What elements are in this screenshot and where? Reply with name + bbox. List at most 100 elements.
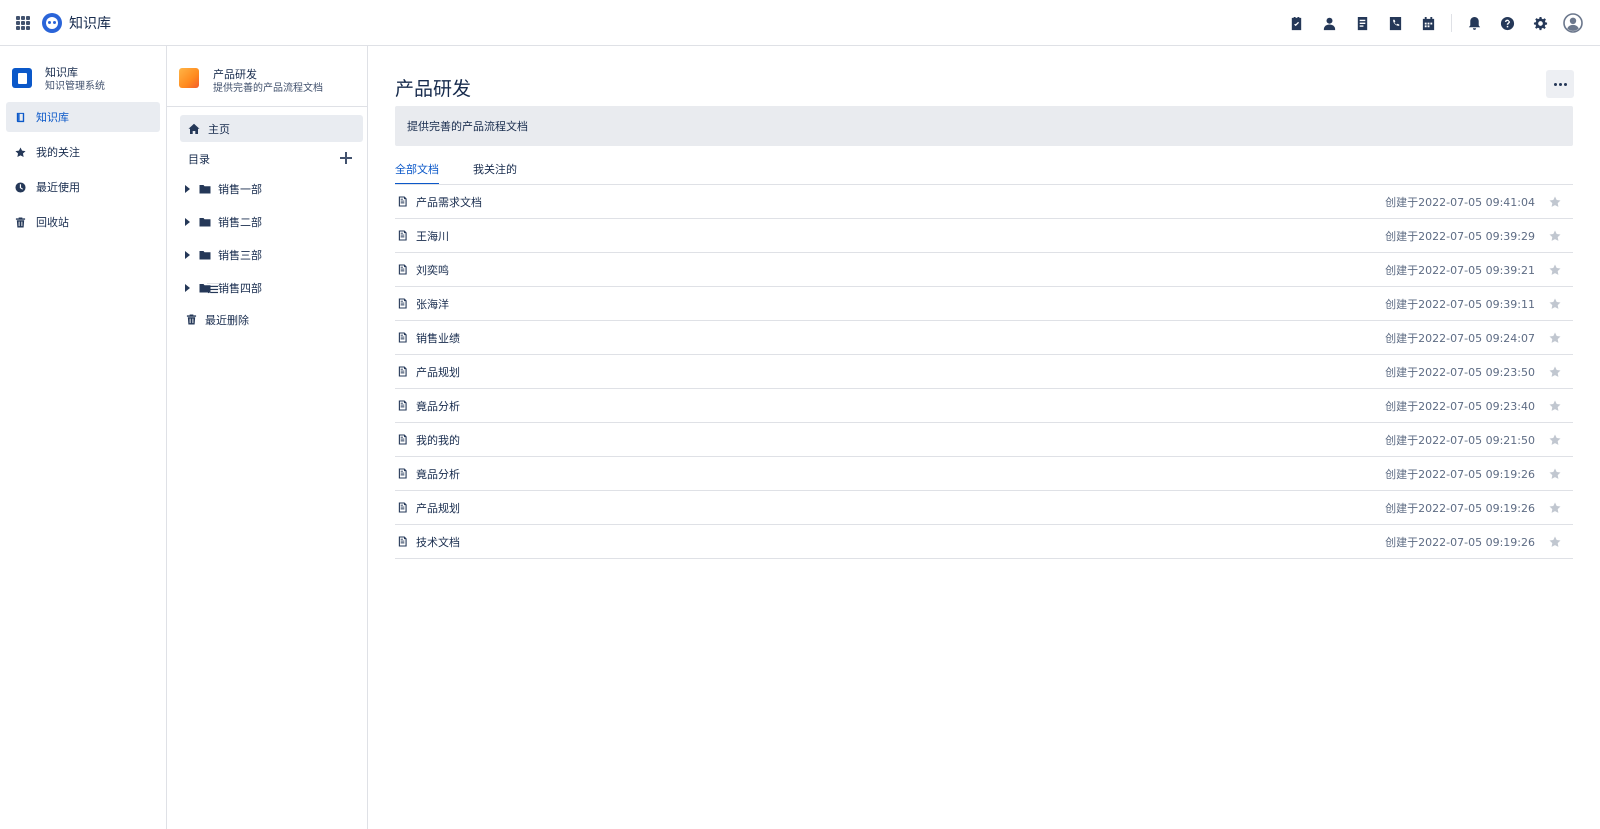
tree-item-toc[interactable]: 目录 bbox=[180, 145, 363, 294]
document-created-time: 创建于2022-07-05 09:19:26 bbox=[1385, 501, 1535, 515]
tab-followed[interactable]: 我关注的 bbox=[473, 160, 517, 185]
tree-item-home[interactable]: 主页 bbox=[180, 115, 363, 142]
tree-item-label: 最近删除 bbox=[205, 313, 249, 327]
document-row[interactable]: 刘奕鸣 创建于2022-07-05 09:39:21 bbox=[395, 253, 1573, 287]
document-created-time: 创建于2022-07-05 09:39:29 bbox=[1385, 229, 1535, 243]
main-content: 产品研发 提供完善的产品流程文档 全部文档 我关注的 产品需求文档 创建于2022… bbox=[368, 46, 1600, 829]
document-row[interactable]: 销售业绩 创建于2022-07-05 09:24:07 bbox=[395, 321, 1573, 355]
document-name[interactable]: 刘奕鸣 bbox=[416, 262, 449, 278]
caret-right-icon[interactable] bbox=[185, 184, 190, 193]
folder-icon bbox=[199, 283, 211, 292]
gear-icon[interactable] bbox=[1529, 12, 1551, 34]
folder-icon bbox=[199, 184, 211, 193]
document-created-time: 创建于2022-07-05 09:23:40 bbox=[1385, 399, 1535, 413]
sidebar-nav: 知识库 我的关注 最近使用 回收站 bbox=[0, 102, 166, 237]
document-row[interactable]: 王海川 创建于2022-07-05 09:39:29 bbox=[395, 219, 1573, 253]
star-icon[interactable] bbox=[1549, 536, 1561, 548]
document-row[interactable]: 技术文档 创建于2022-07-05 09:19:26 bbox=[395, 525, 1573, 559]
apps-grid-icon[interactable] bbox=[16, 15, 30, 30]
bell-icon[interactable] bbox=[1463, 12, 1485, 34]
app-title[interactable]: 知识库 bbox=[69, 13, 111, 33]
user-icon[interactable] bbox=[1318, 12, 1340, 34]
document-name[interactable]: 产品规划 bbox=[416, 500, 460, 516]
top-bar: 知识库 bbox=[0, 0, 1600, 46]
document-name[interactable]: 我的我的 bbox=[416, 432, 460, 448]
caret-right-icon[interactable] bbox=[185, 250, 190, 259]
document-created-time: 创建于2022-07-05 09:19:26 bbox=[1385, 467, 1535, 481]
sidebar-item-knowledge-base[interactable]: 知识库 bbox=[6, 102, 160, 132]
tree-folder[interactable]: 销售一部 bbox=[185, 172, 363, 205]
more-options-button[interactable] bbox=[1546, 70, 1574, 98]
star-icon[interactable] bbox=[1549, 298, 1561, 310]
page-title: 产品研发 bbox=[395, 78, 472, 100]
book-icon bbox=[16, 112, 25, 122]
caret-right-icon[interactable] bbox=[185, 217, 190, 226]
document-row[interactable]: 产品需求文档 创建于2022-07-05 09:41:04 bbox=[395, 185, 1573, 219]
star-icon[interactable] bbox=[1549, 400, 1561, 412]
document-row[interactable]: 产品规划 创建于2022-07-05 09:19:26 bbox=[395, 491, 1573, 525]
document-list: 产品需求文档 创建于2022-07-05 09:41:04 王海川 创建于2022-0… bbox=[395, 184, 1573, 559]
sidebar-item-favorites[interactable]: 我的关注 bbox=[6, 137, 160, 167]
add-icon[interactable] bbox=[339, 151, 353, 165]
clock-icon bbox=[15, 181, 26, 193]
document-icon bbox=[398, 400, 407, 411]
calendar-icon[interactable] bbox=[1417, 12, 1439, 34]
space-tree-panel: 产品研发 提供完善的产品流程文档 主页 目录 销售一部 销售二部 销售三部 销售… bbox=[167, 46, 368, 829]
sidebar-item-label: 最近使用 bbox=[36, 181, 80, 194]
star-icon[interactable] bbox=[1549, 434, 1561, 446]
document-name[interactable]: 产品需求文档 bbox=[416, 194, 482, 210]
sidebar-item-label: 回收站 bbox=[36, 216, 69, 229]
document-created-time: 创建于2022-07-05 09:21:50 bbox=[1385, 433, 1535, 447]
document-icon bbox=[398, 298, 407, 309]
document-icon bbox=[398, 468, 407, 479]
star-icon[interactable] bbox=[1549, 230, 1561, 242]
phone-icon[interactable] bbox=[1384, 12, 1406, 34]
space-tree-header: 产品研发 提供完善的产品流程文档 bbox=[167, 46, 367, 107]
document-name[interactable]: 竟品分析 bbox=[416, 398, 460, 414]
tree-folder-label: 销售一部 bbox=[218, 182, 262, 196]
document-row[interactable]: 竟品分析 创建于2022-07-05 09:23:40 bbox=[395, 389, 1573, 423]
space-subtitle: 知识管理系统 bbox=[45, 81, 105, 92]
home-icon bbox=[188, 123, 200, 134]
tree-item-recently-deleted[interactable]: 最近删除 bbox=[185, 306, 363, 333]
document-row[interactable]: 竟品分析 创建于2022-07-05 09:19:26 bbox=[395, 457, 1573, 491]
tree-folder-label: 销售三部 bbox=[218, 248, 262, 262]
left-sidebar: 知识库 知识管理系统 知识库 我的关注 最近使用 回收站 bbox=[0, 46, 167, 829]
document-row[interactable]: 张海洋 创建于2022-07-05 09:39:11 bbox=[395, 287, 1573, 321]
help-icon[interactable] bbox=[1496, 12, 1518, 34]
document-name[interactable]: 王海川 bbox=[416, 228, 449, 244]
document-row[interactable]: 我的我的 创建于2022-07-05 09:21:50 bbox=[395, 423, 1573, 457]
task-icon[interactable] bbox=[1285, 12, 1307, 34]
document-icon bbox=[398, 264, 407, 275]
tree-folder[interactable]: 销售三部 bbox=[185, 238, 363, 271]
tree-folder-label: 销售四部 bbox=[218, 281, 262, 295]
sidebar-item-trash[interactable]: 回收站 bbox=[6, 207, 160, 237]
document-icon[interactable] bbox=[1351, 12, 1373, 34]
star-icon[interactable] bbox=[1549, 502, 1561, 514]
document-icon bbox=[398, 502, 407, 513]
space-logo bbox=[179, 68, 199, 88]
document-icon bbox=[398, 332, 407, 343]
tree-folder[interactable]: 销售二部 bbox=[185, 205, 363, 238]
document-name[interactable]: 产品规划 bbox=[416, 364, 460, 380]
document-created-time: 创建于2022-07-05 09:39:21 bbox=[1385, 263, 1535, 277]
document-name[interactable]: 张海洋 bbox=[416, 296, 449, 312]
logo-icon[interactable] bbox=[42, 12, 62, 33]
document-name[interactable]: 技术文档 bbox=[416, 534, 460, 550]
document-icon bbox=[398, 536, 407, 547]
document-row[interactable]: 产品规划 创建于2022-07-05 09:23:50 bbox=[395, 355, 1573, 389]
sidebar-item-recent[interactable]: 最近使用 bbox=[6, 172, 160, 202]
tab-all-documents[interactable]: 全部文档 bbox=[395, 160, 439, 185]
document-created-time: 创建于2022-07-05 09:39:11 bbox=[1385, 297, 1535, 311]
star-icon[interactable] bbox=[1549, 196, 1561, 208]
tree-folder[interactable]: 销售四部 bbox=[185, 271, 363, 304]
document-name[interactable]: 销售业绩 bbox=[416, 330, 460, 346]
star-icon[interactable] bbox=[1549, 332, 1561, 344]
star-icon[interactable] bbox=[1549, 366, 1561, 378]
document-name[interactable]: 竟品分析 bbox=[416, 466, 460, 482]
star-icon[interactable] bbox=[1549, 468, 1561, 480]
sidebar-item-label: 我的关注 bbox=[36, 146, 80, 159]
avatar-icon[interactable] bbox=[1562, 12, 1584, 34]
star-icon[interactable] bbox=[1549, 264, 1561, 276]
caret-right-icon[interactable] bbox=[185, 283, 190, 292]
